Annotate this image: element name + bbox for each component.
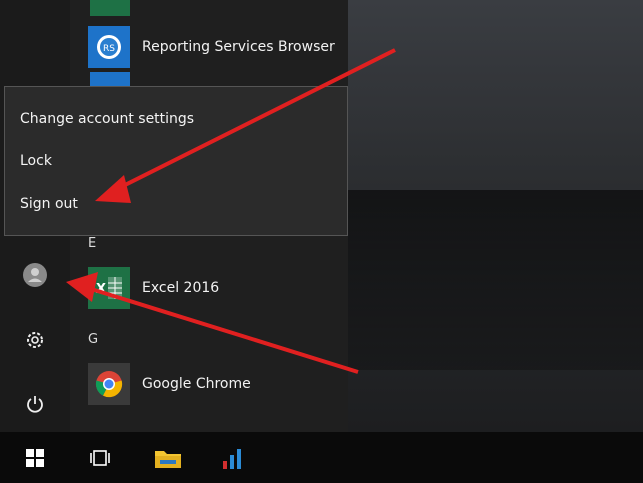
app-label: Excel 2016 (142, 280, 220, 296)
section-letter-g[interactable]: G (88, 332, 98, 347)
account-menu: Change account settings Lock Sign out (4, 86, 348, 236)
partial-app-tile (90, 72, 130, 86)
app-google-chrome[interactable]: Google Chrome (88, 362, 251, 406)
sign-out-item[interactable]: Sign out (20, 196, 78, 212)
desktop-shadow (330, 190, 643, 370)
excel-icon: X (88, 267, 130, 309)
app-excel-2016[interactable]: X Excel 2016 (88, 266, 219, 310)
partial-app-tile (90, 0, 130, 16)
svg-text:X: X (96, 282, 106, 297)
windows-start-icon[interactable] (10, 432, 60, 483)
task-view-icon[interactable] (75, 432, 125, 483)
user-avatar-icon[interactable] (18, 258, 52, 292)
chrome-icon (88, 363, 130, 405)
reporting-services-icon: RS (88, 26, 130, 68)
gear-icon[interactable] (18, 323, 52, 357)
power-bi-icon[interactable] (207, 432, 257, 483)
app-label: Google Chrome (142, 376, 251, 392)
section-letter-e[interactable]: E (88, 236, 96, 251)
change-account-settings-item[interactable]: Change account settings (20, 111, 194, 127)
app-reporting-services-browser[interactable]: RS Reporting Services Browser (88, 25, 335, 69)
app-label: Reporting Services Browser (142, 39, 335, 55)
power-icon[interactable] (18, 387, 52, 421)
lock-item[interactable]: Lock (20, 153, 52, 169)
file-explorer-icon[interactable] (143, 432, 193, 483)
taskbar (0, 432, 643, 483)
svg-text:RS: RS (103, 44, 115, 54)
